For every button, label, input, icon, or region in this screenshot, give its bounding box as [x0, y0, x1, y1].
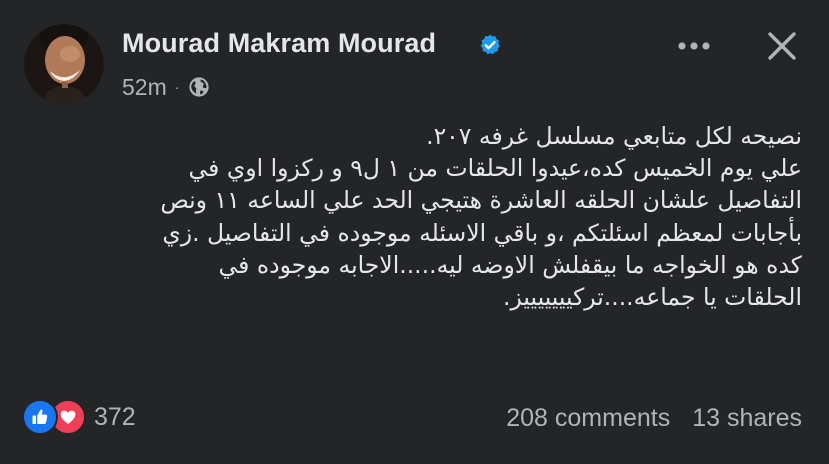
author-name[interactable]: Mourad Makram Mourad [122, 28, 436, 59]
close-icon [768, 32, 796, 60]
reactions-summary[interactable]: 372 [22, 398, 136, 436]
post-body: نصيحه لكل متابعي مسلسل غرفه ٢٠٧. علي يوم… [22, 120, 802, 313]
post-line: الحلقات يا جماعه....تركيييييييز. [503, 283, 802, 312]
post-line: التفاصيل علشان الحلقه العاشرة هتيجي الحد… [160, 186, 802, 215]
post-stats: 208 comments 13 shares [506, 400, 802, 436]
like-icon [22, 399, 58, 435]
more-options-button[interactable] [674, 28, 714, 64]
comments-count-link[interactable]: 208 comments [506, 404, 670, 433]
more-horizontal-icon [678, 42, 710, 50]
shares-count-link[interactable]: 13 shares [692, 404, 802, 433]
post-line: بأجابات لمعظم اسئلتكم ،و باقي الاسئله مو… [162, 218, 802, 247]
author-avatar[interactable] [24, 24, 104, 104]
close-button[interactable] [762, 26, 802, 66]
post-line: كده هو الخواجه ما بيقفلش الاوضه ليه.....… [218, 250, 802, 279]
verified-badge-icon [480, 34, 500, 55]
post-card: Mourad Makram Mourad 52m · نصيحه لكل متا… [0, 0, 829, 464]
post-line: نصيحه لكل متابعي مسلسل غرفه ٢٠٧. [426, 122, 802, 150]
post-line: علي يوم الخميس كده،عيدوا الحلقات من ١ ل٩… [188, 154, 802, 183]
post-meta: 52m · [122, 72, 210, 102]
post-time[interactable]: 52m [122, 74, 167, 101]
reaction-count: 372 [94, 402, 136, 431]
meta-separator: · [174, 79, 180, 95]
globe-icon[interactable] [188, 76, 210, 98]
